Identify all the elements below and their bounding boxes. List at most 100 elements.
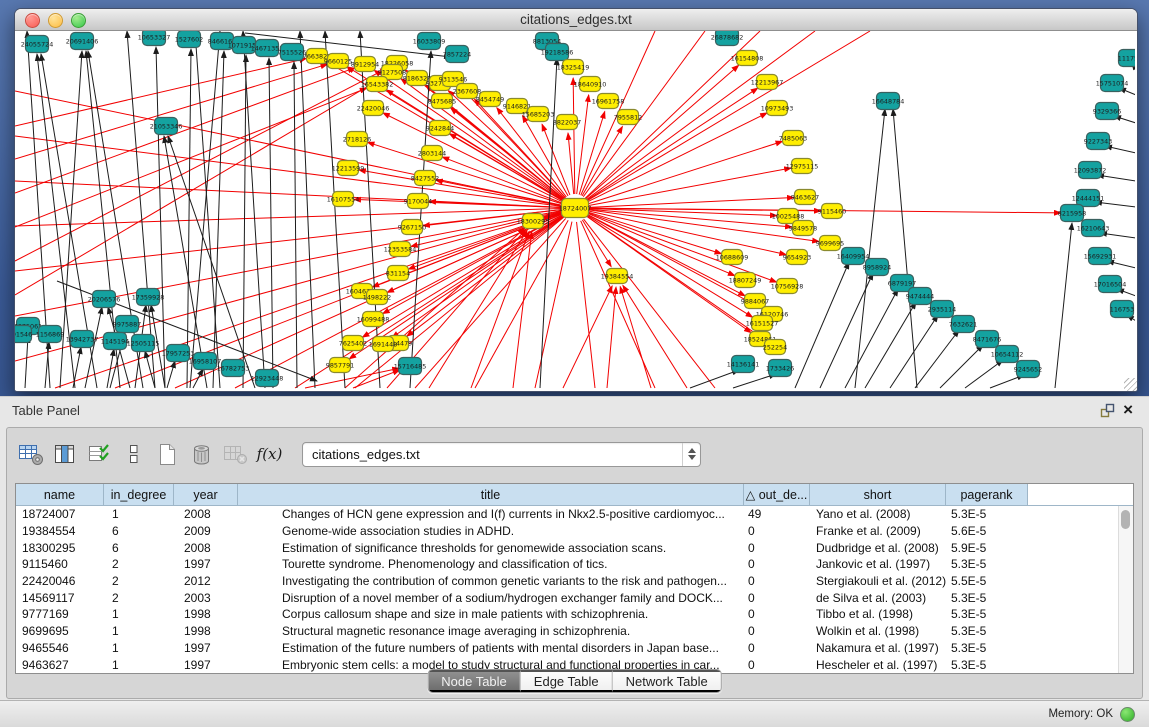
table-row[interactable]: 1872400712008Changes of HCN gene express… [16, 506, 1133, 523]
graph-node[interactable]: 12923448 [251, 370, 284, 387]
row-options-button[interactable] [119, 440, 148, 469]
graph-node[interactable]: 12975115 [786, 159, 819, 174]
graph-node[interactable]: 10653327 [138, 31, 171, 46]
graph-node[interactable]: 2935114 [928, 301, 956, 318]
graph-node[interactable]: 21053346 [150, 118, 183, 135]
table-row[interactable]: 969969511998Structural magnetic resonanc… [16, 623, 1133, 640]
column-header-short[interactable]: short [810, 484, 946, 505]
graph-node[interactable]: 9975887 [113, 316, 141, 333]
graph-node[interactable]: 20206576 [88, 291, 121, 308]
network-canvas[interactable]: 2405572420691406106533271527602846616010… [15, 31, 1135, 390]
graph-node[interactable]: 8454749 [476, 92, 504, 107]
citation-edge-black[interactable] [890, 315, 938, 388]
graph-node[interactable]: 19218586 [541, 44, 574, 61]
graph-node[interactable]: 1498222 [363, 290, 391, 305]
graph-node[interactable]: 116753 [1110, 301, 1134, 318]
citation-edge-black[interactable] [1100, 233, 1135, 238]
function-builder-button[interactable]: f(x) [255, 440, 284, 469]
citation-edge-black[interactable] [1097, 175, 1135, 181]
graph-node[interactable]: 16210643 [1077, 220, 1110, 237]
citation-edge-red[interactable] [620, 287, 651, 388]
graph-node[interactable]: 16782753 [217, 360, 250, 377]
citation-edge-black[interactable] [865, 302, 916, 388]
tab-network-table[interactable]: Network Table [613, 670, 721, 692]
graph-node[interactable]: 9699695 [816, 236, 844, 251]
show-hide-columns-button[interactable] [51, 440, 80, 469]
tab-node-table[interactable]: Node Table [428, 670, 521, 692]
citation-edge-red[interactable] [415, 218, 566, 388]
graph-node[interactable]: 111753 [1118, 50, 1135, 67]
graph-hub-node[interactable]: 18724007 [559, 199, 592, 218]
column-header-year[interactable]: year [174, 484, 238, 505]
graph-node[interactable]: 12505115 [127, 335, 160, 352]
table-row[interactable]: 977716911998Corpus callosum shape and si… [16, 606, 1133, 623]
graph-node[interactable]: 252254 [763, 340, 787, 355]
citation-edge-black[interactable] [195, 31, 220, 388]
graph-node[interactable]: 8822037 [553, 115, 581, 130]
citation-edge-black[interactable] [1095, 202, 1135, 207]
graph-node[interactable]: 13942737 [66, 331, 99, 348]
graph-node[interactable]: 9329366 [1093, 103, 1121, 120]
citation-edge-black[interactable] [915, 330, 959, 388]
scrollbar-thumb[interactable] [1121, 510, 1130, 529]
graph-node[interactable]: 2803144 [418, 146, 446, 161]
graph-node[interactable]: 15692931 [1084, 248, 1117, 265]
graph-node[interactable]: 9474444 [906, 288, 934, 305]
citation-edge-black[interactable] [733, 374, 776, 388]
citation-edge-red[interactable] [577, 95, 589, 194]
graph-node[interactable]: 2718126 [343, 132, 371, 147]
graph-node[interactable]: 1156869 [36, 326, 64, 343]
citation-edge-black[interactable] [820, 273, 873, 388]
create-new-table-button[interactable] [153, 440, 182, 469]
close-panel-button[interactable]: × [1119, 403, 1137, 417]
graph-node[interactable]: 12213967 [751, 75, 784, 90]
column-header-title[interactable]: title [238, 484, 744, 505]
graph-node[interactable]: 1691448 [369, 337, 397, 352]
citation-edge-red[interactable] [15, 58, 306, 126]
citation-edge-red[interactable] [407, 216, 564, 336]
network-window-titlebar[interactable]: citations_edges.txt [15, 9, 1137, 31]
citation-edge-red[interactable] [429, 230, 527, 388]
graph-node[interactable]: 20691406 [66, 33, 99, 50]
citation-edge-black[interactable] [965, 360, 1003, 388]
graph-node[interactable]: 9857791 [326, 358, 354, 373]
graph-node[interactable]: 9660125 [324, 54, 352, 69]
graph-node[interactable]: 16409954 [837, 248, 870, 265]
graph-node[interactable]: 16033809 [413, 33, 446, 50]
graph-node[interactable]: 7632621 [949, 316, 977, 333]
citation-edge-black[interactable] [269, 58, 273, 388]
citation-edge-black[interactable] [156, 47, 165, 388]
tab-edge-table[interactable]: Edge Table [521, 670, 613, 692]
graph-node[interactable]: 8958924 [863, 259, 891, 276]
graph-node[interactable]: 16107554 [327, 192, 360, 207]
citation-edge-red[interactable] [588, 212, 721, 254]
graph-node[interactable]: 9463627 [791, 190, 819, 205]
graph-node[interactable]: 1145194 [101, 333, 129, 350]
citation-edge-black[interactable] [193, 369, 203, 388]
graph-node[interactable]: 7485063 [779, 131, 807, 146]
graph-node[interactable]: 9267150 [398, 220, 426, 235]
delete-entries-button[interactable] [187, 440, 216, 469]
graph-node[interactable]: 9242844 [426, 121, 454, 136]
table-vertical-scrollbar[interactable] [1118, 506, 1133, 673]
citation-edge-black[interactable] [845, 289, 898, 388]
citation-edge-red[interactable] [587, 215, 753, 317]
graph-node[interactable]: 24055724 [21, 36, 54, 53]
citation-edge-red[interactable] [586, 65, 739, 199]
graph-node[interactable]: 12093872 [1074, 162, 1107, 179]
table-row[interactable]: 911546021997Tourette syndrome. Phenomeno… [16, 556, 1133, 573]
graph-node[interactable]: 10688609 [716, 250, 749, 265]
graph-node[interactable]: 9227343 [1084, 133, 1112, 150]
citation-edge-black[interactable] [300, 31, 315, 388]
graph-node[interactable]: 10654112 [991, 346, 1024, 363]
citation-edge-red[interactable] [582, 220, 611, 267]
graph-node[interactable]: 16154808 [731, 51, 764, 66]
citation-edge-black[interactable] [167, 361, 175, 388]
citation-edge-black[interactable] [73, 347, 81, 388]
citation-edge-red[interactable] [573, 78, 575, 194]
citation-edge-black[interactable] [294, 62, 297, 388]
graph-node[interactable]: 1527602 [175, 31, 203, 48]
column-header-pagerank[interactable]: pagerank [946, 484, 1028, 505]
citation-edge-red[interactable] [589, 168, 791, 205]
citation-edge-black[interactable] [25, 336, 28, 388]
